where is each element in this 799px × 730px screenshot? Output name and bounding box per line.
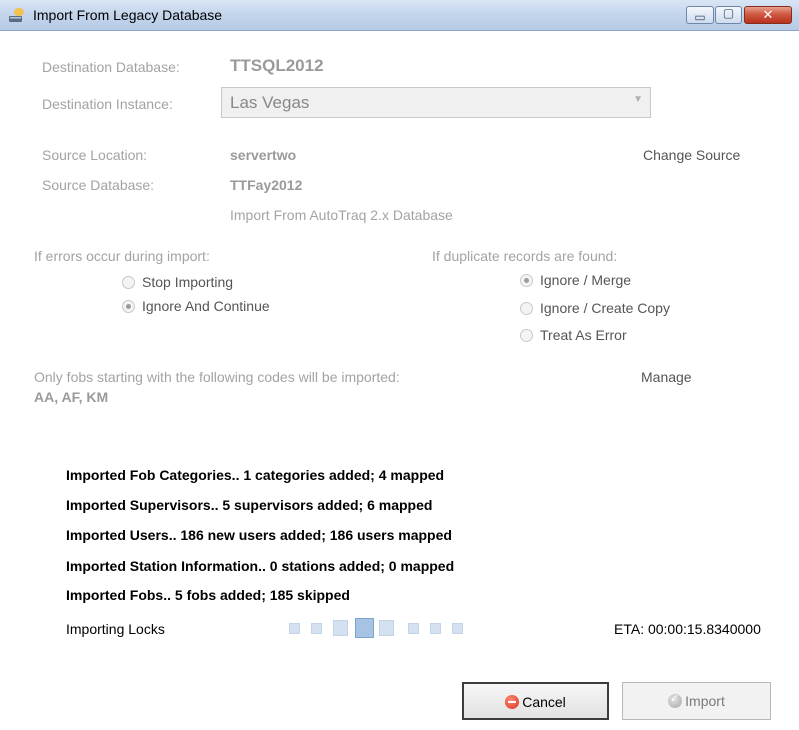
title-bar[interactable]: Import From Legacy Database ▭ ▢ ✕	[0, 0, 799, 31]
fob-codes: AA, AF, KM	[34, 389, 109, 405]
progress-segment	[452, 623, 463, 634]
eta-text: ETA: 00:00:15.8340000	[614, 621, 761, 637]
progress-label: Importing Locks	[66, 621, 165, 637]
cancel-button-label: Cancel	[522, 694, 566, 710]
stop-importing-label[interactable]: Stop Importing	[142, 274, 233, 290]
cancel-icon	[505, 695, 520, 709]
duplicates-group-label: If duplicate records are found:	[432, 248, 618, 264]
window-title: Import From Legacy Database	[33, 7, 223, 23]
ignore-merge-radio[interactable]	[520, 274, 533, 287]
fob-filter-label: Only fobs starting with the following co…	[34, 369, 400, 385]
minimize-button[interactable]: ▭	[686, 6, 714, 24]
source-location-label: Source Location:	[42, 147, 148, 163]
progress-segment	[379, 620, 394, 636]
source-database-label: Source Database:	[42, 177, 155, 193]
status-line: Imported Fobs.. 5 fobs added; 185 skippe…	[66, 587, 350, 603]
progress-segment	[430, 623, 441, 634]
cancel-button[interactable]: Cancel	[462, 682, 609, 720]
ignore-and-continue-label[interactable]: Ignore And Continue	[142, 298, 270, 314]
manage-link[interactable]: Manage	[641, 369, 692, 385]
destination-database-label: Destination Database:	[42, 59, 180, 75]
stop-importing-radio[interactable]	[122, 276, 135, 289]
maximize-button[interactable]: ▢	[715, 6, 742, 24]
errors-group-label: If errors occur during import:	[34, 248, 210, 264]
change-source-link[interactable]: Change Source	[643, 147, 740, 163]
import-source-note: Import From AutoTraq 2.x Database	[230, 207, 453, 223]
progress-segment-active	[355, 618, 374, 638]
progress-segment	[289, 623, 300, 634]
progress-segment	[408, 623, 419, 634]
destination-instance-label: Destination Instance:	[42, 96, 173, 112]
maximize-icon: ▢	[722, 6, 735, 20]
minimize-icon: ▭	[694, 10, 706, 24]
close-icon: ✕	[762, 7, 774, 22]
destination-instance-value: Las Vegas	[230, 93, 310, 112]
treat-as-error-radio[interactable]	[520, 329, 533, 342]
ignore-create-copy-label[interactable]: Ignore / Create Copy	[540, 300, 670, 316]
progress-segment	[333, 620, 348, 636]
ignore-merge-label[interactable]: Ignore / Merge	[540, 272, 631, 288]
status-line: Imported Fob Categories.. 1 categories a…	[66, 467, 445, 483]
source-location-value: servertwo	[230, 147, 297, 163]
status-line: Imported Station Information.. 0 station…	[66, 558, 455, 574]
ignore-create-copy-radio[interactable]	[520, 302, 533, 315]
status-line: Imported Users.. 186 new users added; 18…	[66, 527, 452, 543]
ignore-and-continue-radio[interactable]	[122, 300, 135, 313]
destination-instance-select[interactable]: Las Vegas ▼	[221, 87, 651, 118]
check-icon	[668, 692, 683, 708]
database-import-icon	[9, 8, 24, 22]
close-button[interactable]: ✕	[744, 6, 792, 24]
dropdown-arrow-icon[interactable]: ▼	[633, 94, 643, 105]
progress-segment	[311, 623, 322, 634]
import-button-label: Import	[685, 693, 725, 709]
status-line: Imported Supervisors.. 5 supervisors add…	[66, 497, 433, 513]
treat-as-error-label[interactable]: Treat As Error	[540, 327, 627, 343]
source-database-value: TTFay2012	[230, 177, 303, 193]
destination-database-value: TTSQL2012	[230, 56, 324, 75]
import-button[interactable]: Import	[622, 682, 771, 720]
